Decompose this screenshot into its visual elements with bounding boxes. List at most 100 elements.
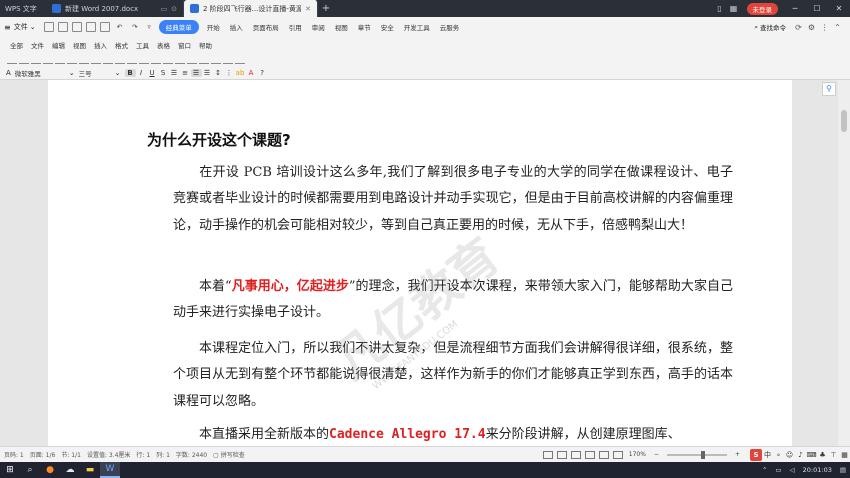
paste-icon[interactable] <box>103 56 113 64</box>
strikethrough-button[interactable]: S <box>158 69 169 77</box>
chart-icon[interactable] <box>187 56 197 64</box>
format-painter-icon[interactable] <box>99 22 110 32</box>
scrollbar-thumb[interactable] <box>841 110 847 132</box>
align-right-icon[interactable]: ☰ <box>202 69 213 77</box>
chevron-down-icon[interactable]: ⌄ <box>69 69 75 77</box>
help-icon[interactable]: ? <box>257 69 268 77</box>
new-tab-button[interactable]: + <box>318 3 334 14</box>
vertical-scrollbar[interactable] <box>838 80 850 446</box>
ime-emoji-icon[interactable]: ☺ <box>784 451 795 459</box>
tab-document-1[interactable]: 新建 Word 2007.docx ▭ ⊙ <box>46 0 184 17</box>
zoom-level[interactable]: 170% <box>629 451 646 458</box>
preview-icon[interactable] <box>55 56 65 64</box>
volume-icon[interactable]: ◁ <box>790 466 795 474</box>
print-icon[interactable] <box>43 56 53 64</box>
ime-punctuation-icon[interactable]: ∘ <box>773 451 784 459</box>
tab-security[interactable]: 安全 <box>376 22 399 32</box>
chevron-down-icon[interactable]: ⌄ <box>115 69 121 77</box>
cut-icon[interactable] <box>79 56 89 64</box>
reading-view-icon[interactable] <box>570 450 581 459</box>
eye-protection-icon[interactable] <box>612 450 623 459</box>
settings-icon[interactable]: ⚙ <box>805 23 818 32</box>
login-button[interactable]: 未登录 <box>746 2 778 15</box>
maximize-icon[interactable]: ☐ <box>806 4 828 13</box>
zoom-icon[interactable] <box>223 56 233 64</box>
align-center-icon[interactable]: ≡ <box>180 69 191 77</box>
ime-mic-icon[interactable]: ♪ <box>795 451 806 459</box>
location-pin-icon[interactable]: ⚲ <box>822 82 836 96</box>
classic-menu-format[interactable]: 格式 <box>111 40 132 50</box>
save-icon[interactable] <box>31 56 41 64</box>
tab-developer[interactable]: 开发工具 <box>399 22 435 32</box>
redo-icon[interactable]: ↷ <box>127 23 142 31</box>
outline-view-icon[interactable] <box>584 450 595 459</box>
font-name-select[interactable]: 微软雅黑 <box>13 68 69 78</box>
tab-classic-menu[interactable]: 经典菜单 <box>158 20 199 34</box>
save-icon[interactable] <box>57 22 68 32</box>
print-icon[interactable] <box>71 22 82 32</box>
classic-menu-tools[interactable]: 工具 <box>132 40 153 50</box>
help-icon[interactable] <box>235 56 245 64</box>
firefox-icon[interactable]: ● <box>40 465 60 475</box>
underline-button[interactable]: U <box>147 69 158 77</box>
tab-insert[interactable]: 插入 <box>225 22 248 32</box>
more-icon[interactable]: ⋮ <box>818 23 831 32</box>
bold-button[interactable]: B <box>124 68 136 77</box>
sync-icon[interactable]: ⟳ <box>792 23 805 32</box>
tab-document-2[interactable]: 2 阶段四飞行器...设计直播-黄源 ✕ <box>184 0 318 17</box>
classic-menu-all[interactable]: 全部 <box>6 40 27 50</box>
spellcheck-icon[interactable] <box>67 56 77 64</box>
document-page[interactable]: 为什么开设这个课题? 在开设 PCB 培训设计这么多年,我们了解到很多电子专业的… <box>48 80 792 446</box>
search-icon[interactable]: ⌕ <box>20 465 40 475</box>
tab-review[interactable]: 审阅 <box>307 22 330 32</box>
open-icon[interactable] <box>43 22 54 32</box>
tab-start[interactable]: 开始 <box>202 22 225 32</box>
ime-keyboard-icon[interactable]: ⌨ <box>806 451 817 459</box>
font-size-select[interactable]: 三号 <box>79 68 115 78</box>
classic-menu-insert[interactable]: 插入 <box>90 40 111 50</box>
web-view-icon[interactable] <box>598 450 609 459</box>
align-left-icon[interactable]: ☰ <box>169 69 180 77</box>
align-justify-icon[interactable]: ☰ <box>190 68 202 77</box>
classic-menu-edit[interactable]: 编辑 <box>48 40 69 50</box>
drawing-icon[interactable] <box>211 56 221 64</box>
collapse-ribbon-icon[interactable]: ⌃ <box>831 23 844 32</box>
copy-icon[interactable] <box>91 56 101 64</box>
new-doc-icon[interactable] <box>7 56 17 64</box>
preview-icon[interactable] <box>85 22 96 32</box>
tab-references[interactable]: 引用 <box>284 22 307 32</box>
format-painter-icon[interactable] <box>115 56 125 64</box>
command-search[interactable]: ⌕ 查找命令 <box>754 22 786 33</box>
grid-icon[interactable]: ▦ <box>727 4 741 13</box>
clock[interactable]: 20:01:03 <box>803 466 832 474</box>
zoom-in-icon[interactable]: + <box>735 451 740 458</box>
minimize-icon[interactable]: ─ <box>784 4 806 13</box>
table-icon[interactable] <box>163 56 173 64</box>
zoom-slider[interactable] <box>666 450 727 459</box>
page-view-icon[interactable] <box>556 450 567 459</box>
columns-icon[interactable] <box>199 56 209 64</box>
tab-cloud[interactable]: 云服务 <box>435 22 465 32</box>
notification-icon[interactable]: ▤ <box>840 466 846 474</box>
quick-access-chevron-icon[interactable]: ▿ <box>142 23 155 31</box>
status-word-count[interactable]: 字数: 2440 <box>176 450 207 459</box>
tab-close-icon[interactable]: ✕ <box>305 5 311 13</box>
sogou-logo-icon[interactable]: S <box>750 448 762 461</box>
file-explorer-icon[interactable]: ▬ <box>80 465 100 475</box>
classic-menu-window[interactable]: 窗口 <box>174 40 195 50</box>
hyperlink-icon[interactable] <box>151 56 161 64</box>
cloud-app-icon[interactable]: ☁ <box>60 465 80 475</box>
full-screen-icon[interactable] <box>542 450 553 459</box>
picture-icon[interactable] <box>175 56 185 64</box>
line-spacing-icon[interactable]: ↕ <box>213 69 224 77</box>
classic-menu-view[interactable]: 视图 <box>69 40 90 50</box>
ime-skin-icon[interactable]: ♣ <box>817 451 828 459</box>
ime-shirt-icon[interactable]: ⊤ <box>828 451 839 459</box>
highlight-icon[interactable]: ab <box>235 69 246 77</box>
layout-icon[interactable]: ▯ <box>713 4 727 13</box>
classic-menu-table[interactable]: 表格 <box>153 40 174 50</box>
undo-icon[interactable]: ↶ <box>112 23 127 31</box>
tab-restore-icon[interactable]: ▭ <box>161 5 168 13</box>
ime-language[interactable]: 中 <box>762 450 773 460</box>
network-icon[interactable]: ▭ <box>775 466 781 474</box>
